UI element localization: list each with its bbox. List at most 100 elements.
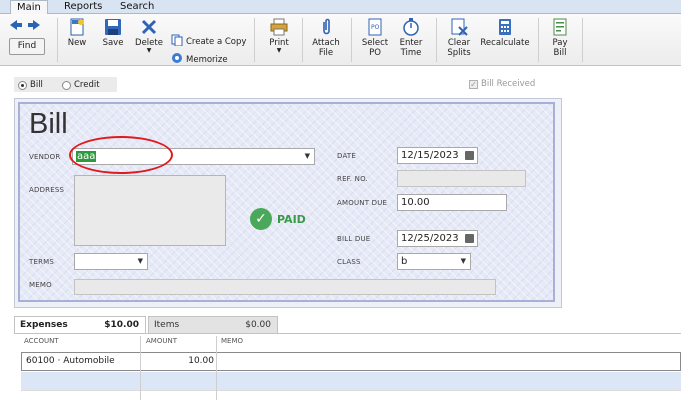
new-label: New — [67, 38, 87, 48]
ref-no-label: REF. NO. — [337, 175, 368, 183]
clear-splits-label-2: Splits — [447, 48, 471, 58]
bill-received-check-icon[interactable]: ✓ — [469, 79, 478, 89]
column-header-memo[interactable]: MEMO — [221, 337, 243, 345]
table-row[interactable] — [21, 372, 681, 390]
amount-due-input[interactable]: 10.00 — [397, 194, 507, 211]
date-value: 12/15/2023 — [401, 150, 459, 161]
column-header-account[interactable]: ACCOUNT — [24, 337, 59, 345]
clear-splits-button[interactable]: Clear Splits — [444, 18, 474, 58]
memorize-icon — [171, 52, 183, 67]
highlight-annotation — [69, 136, 173, 174]
expenses-tab-amount: $10.00 — [104, 320, 139, 330]
toolbar-divider — [351, 18, 352, 62]
paperclip-icon — [317, 18, 335, 36]
amount-due-value: 10.00 — [401, 197, 430, 208]
previous-record-icon[interactable] — [10, 20, 22, 33]
column-divider — [140, 336, 141, 400]
bill-due-label: BILL DUE — [337, 235, 371, 243]
terms-dropdown[interactable]: ▼ — [74, 253, 148, 270]
ribbon-tab-bar: Main Reports Search — [0, 0, 681, 15]
credit-radio-label: Credit — [74, 80, 100, 90]
save-button[interactable]: Save — [99, 18, 127, 48]
bill-received-label: Bill Received — [481, 79, 536, 89]
bill-radio-dot[interactable] — [18, 80, 27, 90]
calendar-icon[interactable] — [465, 234, 474, 243]
account-cell[interactable]: 60100 · Automobile — [26, 353, 115, 370]
chevron-down-icon[interactable]: ▼ — [305, 149, 310, 164]
enter-time-button[interactable]: Enter Time — [397, 18, 425, 58]
print-button[interactable]: Print ▼ — [266, 18, 292, 54]
tab-expenses[interactable]: Expenses $10.00 — [14, 316, 146, 333]
ref-no-input[interactable] — [397, 170, 526, 187]
credit-radio[interactable]: Credit — [62, 80, 100, 90]
chevron-down-icon[interactable]: ▼ — [461, 254, 466, 269]
bill-radio-label: Bill — [30, 80, 43, 90]
column-divider — [216, 336, 217, 400]
tab-main[interactable]: Main — [10, 0, 48, 15]
tab-reports[interactable]: Reports — [58, 0, 108, 14]
select-po-label-2: PO — [369, 48, 381, 58]
pay-bill-icon — [551, 18, 569, 36]
select-po-button[interactable]: PO Select PO — [360, 18, 390, 58]
date-label: DATE — [337, 152, 357, 160]
enter-time-label-2: Time — [400, 48, 422, 58]
amount-cell[interactable]: 10.00 — [142, 353, 214, 370]
toolbar-divider — [302, 18, 303, 62]
vendor-label: VENDOR — [29, 153, 61, 161]
memo-label: MEMO — [29, 281, 52, 289]
select-po-label-1: Select — [361, 38, 389, 48]
attach-label-1: Attach — [312, 38, 340, 48]
enter-time-label-1: Enter — [399, 38, 423, 48]
create-copy-button[interactable]: Create a Copy — [171, 34, 246, 49]
recalculate-button[interactable]: Recalculate — [479, 18, 531, 48]
next-record-icon[interactable] — [28, 20, 40, 33]
purchase-order-icon: PO — [366, 18, 384, 36]
pay-bill-label-2: Bill — [553, 48, 567, 58]
paid-stamp: ✓ PAID — [250, 208, 306, 230]
date-input[interactable]: 12/15/2023 — [397, 147, 478, 164]
printer-icon — [270, 18, 288, 36]
chevron-down-icon[interactable]: ▼ — [138, 254, 143, 269]
address-box[interactable] — [74, 175, 226, 246]
save-label: Save — [102, 38, 124, 48]
delete-dropdown-icon[interactable]: ▼ — [134, 48, 164, 54]
memorize-button[interactable]: Memorize — [171, 52, 228, 67]
save-disk-icon — [104, 18, 122, 36]
new-button[interactable]: New — [64, 18, 90, 48]
pay-bill-label-1: Pay — [552, 38, 568, 48]
toolbar-divider — [582, 18, 583, 62]
bill-received-checkbox[interactable]: ✓ Bill Received — [469, 79, 535, 89]
table-row[interactable]: 60100 · Automobile 10.00 — [21, 352, 681, 371]
memo-input[interactable] — [74, 279, 496, 295]
delete-x-icon — [140, 18, 158, 36]
bill-radio[interactable]: Bill — [18, 80, 43, 90]
toolbar-divider — [538, 18, 539, 62]
expenses-tab-label: Expenses — [20, 320, 68, 330]
bill-due-input[interactable]: 12/25/2023 — [397, 230, 478, 247]
tab-items[interactable]: Items $0.00 — [148, 316, 278, 333]
class-dropdown[interactable]: b ▼ — [397, 253, 471, 270]
calendar-icon[interactable] — [465, 151, 474, 160]
attach-label-2: File — [318, 48, 334, 58]
toolbar-divider — [254, 18, 255, 62]
ribbon-toolbar: Find New Save Delete ▼ Create a Copy Mem… — [0, 14, 681, 66]
create-copy-label: Create a Copy — [186, 36, 247, 47]
copy-icon — [171, 34, 183, 49]
items-tab-amount: $0.00 — [245, 320, 271, 330]
items-tab-label: Items — [154, 320, 180, 330]
column-header-amount[interactable]: AMOUNT — [146, 337, 177, 345]
clear-splits-icon — [450, 18, 468, 36]
credit-radio-dot[interactable] — [62, 80, 71, 90]
tab-search[interactable]: Search — [114, 0, 160, 14]
delete-button[interactable]: Delete ▼ — [134, 18, 164, 54]
svg-text:PO: PO — [371, 24, 380, 31]
class-label: CLASS — [337, 258, 361, 266]
recalculate-label: Recalculate — [480, 38, 530, 48]
calculator-icon — [496, 18, 514, 36]
attach-file-button[interactable]: Attach File — [311, 18, 341, 58]
address-label: ADDRESS — [29, 186, 65, 194]
table-row[interactable] — [21, 390, 681, 400]
print-dropdown-icon[interactable]: ▼ — [266, 48, 292, 54]
pay-bill-button[interactable]: Pay Bill — [546, 18, 574, 58]
find-button[interactable]: Find — [9, 38, 45, 55]
